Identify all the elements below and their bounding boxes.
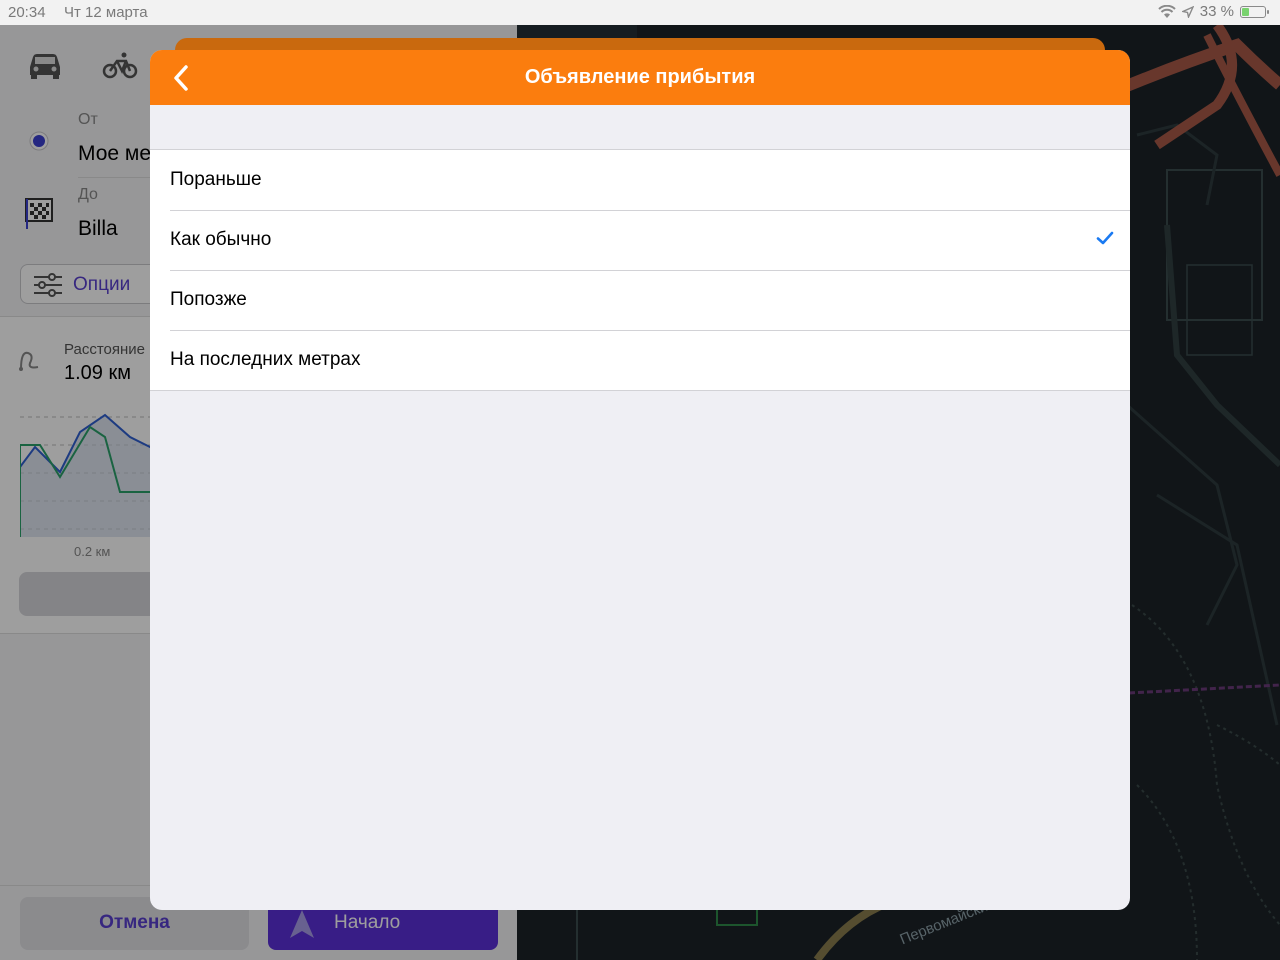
- option-earlier[interactable]: Пораньше: [150, 150, 1130, 210]
- option-last-meters[interactable]: На последних метрах: [150, 330, 1130, 390]
- arrival-announcement-dialog: Объявление прибытия Пораньше Как обычно …: [150, 50, 1130, 910]
- dialog-header: Объявление прибытия: [150, 50, 1130, 105]
- battery-fill: [1242, 7, 1249, 16]
- option-label: Пораньше: [170, 169, 262, 190]
- status-time: 20:34: [8, 4, 46, 21]
- status-date: Чт 12 марта: [64, 4, 148, 21]
- status-bar: 20:34 Чт 12 марта 33 %: [0, 0, 1280, 25]
- option-later[interactable]: Попозже: [150, 270, 1130, 330]
- option-label: Попозже: [170, 289, 247, 310]
- battery-percent: 33 %: [1199, 3, 1234, 20]
- battery-charging-icon: [1240, 5, 1269, 18]
- dialog-title: Объявление прибытия: [524, 66, 756, 88]
- option-normal[interactable]: Как обычно: [150, 210, 1130, 270]
- option-label: На последних метрах: [170, 349, 361, 370]
- option-label: Как обычно: [170, 229, 272, 250]
- checkmark-icon: [1096, 231, 1114, 245]
- location-arrow-icon: [1181, 5, 1194, 18]
- wifi-icon: [1158, 4, 1176, 18]
- status-right: 33 %: [1158, 3, 1269, 20]
- options-list: Пораньше Как обычно Попозже На последних…: [150, 149, 1130, 391]
